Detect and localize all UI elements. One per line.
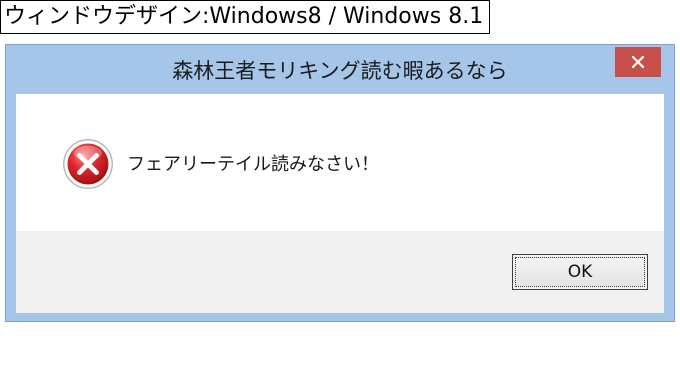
close-button[interactable]: [615, 47, 661, 77]
ok-button-label: OK: [515, 257, 645, 287]
error-icon: [63, 139, 113, 189]
title-bar[interactable]: 森林王者モリキング読む暇あるなら: [6, 45, 674, 93]
message-area: フェアリーテイル読みなさい！: [16, 94, 664, 231]
close-icon: [632, 56, 644, 68]
dialog-client-area: フェアリーテイル読みなさい！ OK: [16, 94, 664, 313]
dialog-window: 森林王者モリキング読む暇あるなら フェアリーテイル読みなさい！ OK: [5, 44, 675, 322]
ok-button[interactable]: OK: [512, 254, 648, 290]
design-caption: ウィンドウデザイン:Windows8 / Windows 8.1: [0, 0, 491, 34]
window-title: 森林王者モリキング読む暇あるなら: [172, 59, 508, 83]
dialog-message: フェアリーテイル読みなさい！: [127, 154, 379, 175]
